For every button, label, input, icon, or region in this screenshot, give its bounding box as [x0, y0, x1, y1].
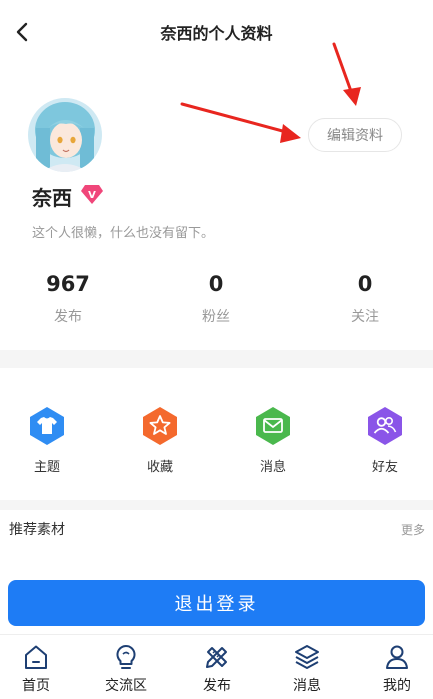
tab-label: 发布	[203, 678, 231, 694]
tab-mine[interactable]: 我的	[362, 643, 432, 695]
user-bio: 这个人很懒，什么也没有留下。	[32, 226, 215, 241]
vip-badge-icon: V	[81, 185, 103, 204]
recommend-header: 推荐素材 更多	[0, 510, 433, 550]
page-title: 奈西的个人资料	[160, 24, 273, 43]
tab-bar: 首页 交流区 发布 消息 我的	[0, 634, 433, 699]
action-messages[interactable]: 消息	[228, 406, 318, 475]
stat-label: 粉丝	[202, 309, 230, 325]
badge-letter: V	[88, 190, 96, 201]
tab-label: 首页	[22, 678, 50, 694]
action-label: 好友	[371, 460, 398, 475]
action-label: 主题	[33, 460, 60, 475]
stat-value: 0	[357, 272, 373, 296]
action-favorites[interactable]: 收藏	[115, 406, 205, 475]
quick-actions: 主题 收藏 消息 好友	[0, 368, 433, 500]
user-name: 奈西	[32, 186, 72, 210]
stat-label: 关注	[351, 309, 379, 325]
shirt-icon	[30, 407, 64, 445]
logout-button[interactable]: 退出登录	[8, 580, 425, 626]
edit-profile-button[interactable]: 编辑资料	[308, 118, 402, 152]
stat-value: 0	[208, 272, 224, 296]
star-icon	[143, 407, 177, 445]
layers-icon	[295, 645, 319, 669]
divider	[0, 350, 433, 368]
more-link[interactable]: 更多	[401, 521, 425, 538]
stat-posts[interactable]: 967 发布	[8, 270, 128, 326]
tab-label: 交流区	[105, 678, 147, 694]
friends-icon	[368, 407, 402, 445]
pencil-ruler-icon	[206, 647, 227, 668]
tab-messages[interactable]: 消息	[272, 643, 342, 695]
tab-label: 我的	[383, 678, 411, 694]
header: 奈西的个人资料	[0, 0, 433, 62]
stat-value: 967	[46, 272, 90, 296]
action-friends[interactable]: 好友	[340, 406, 430, 475]
tab-label: 消息	[293, 678, 321, 694]
tab-home[interactable]: 首页	[1, 643, 71, 695]
divider	[0, 500, 433, 510]
tab-publish[interactable]: 发布	[182, 643, 252, 695]
stat-following[interactable]: 0 关注	[305, 270, 425, 326]
recommend-title: 推荐素材	[9, 522, 65, 538]
mail-icon	[256, 407, 290, 445]
home-icon	[25, 645, 47, 669]
tab-community[interactable]: 交流区	[91, 643, 161, 695]
user-icon	[386, 645, 408, 669]
avatar[interactable]	[28, 98, 102, 172]
profile-section: 编辑资料 奈西 V 这个人很懒，什么也没有留下。 967 发布 0 粉丝 0 关…	[0, 62, 433, 350]
action-label: 消息	[259, 460, 286, 475]
stat-followers[interactable]: 0 粉丝	[156, 270, 276, 326]
stat-label: 发布	[54, 309, 82, 325]
action-theme[interactable]: 主题	[2, 406, 92, 475]
lightbulb-icon	[116, 644, 136, 669]
action-label: 收藏	[146, 460, 173, 475]
